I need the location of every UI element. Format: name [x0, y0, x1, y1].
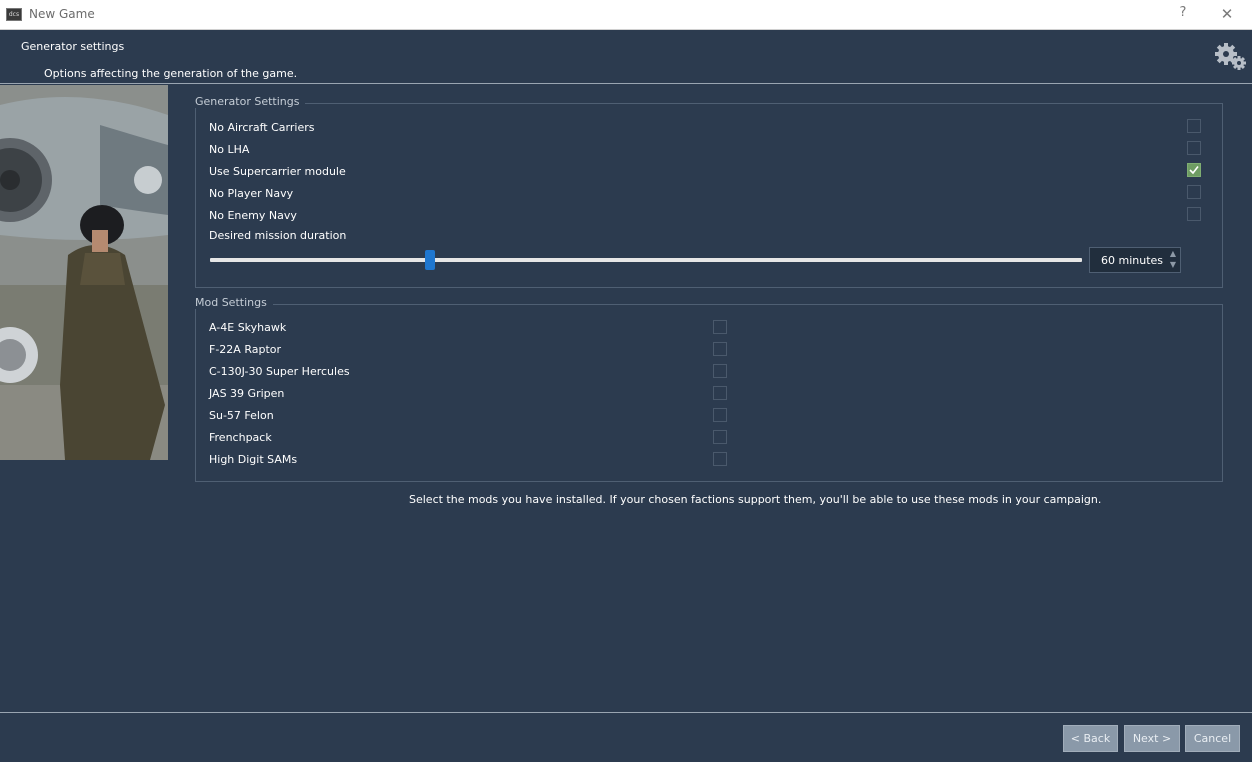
mod-label: C-130J-30 Super Hercules [209, 365, 350, 378]
f22a-raptor-checkbox[interactable] [713, 342, 727, 356]
title-bar: dcs New Game ? ✕ [0, 0, 1252, 30]
su57-felon-checkbox[interactable] [713, 408, 727, 422]
mod-settings-title: Mod Settings [195, 296, 273, 309]
duration-label: Desired mission duration [209, 229, 347, 242]
checkmark-icon [1189, 166, 1199, 175]
use-supercarrier-checkbox[interactable] [1187, 163, 1201, 177]
gear-icon [1215, 43, 1246, 70]
page-subtitle: Options affecting the generation of the … [44, 67, 298, 80]
duration-slider[interactable] [210, 258, 1082, 262]
mod-label: High Digit SAMs [209, 453, 298, 466]
high-digit-sams-checkbox[interactable] [713, 452, 727, 466]
help-button[interactable]: ? [1176, 5, 1190, 23]
pilot-illustration [0, 85, 168, 460]
a4e-skyhawk-checkbox[interactable] [713, 320, 727, 334]
next-button[interactable]: Next > [1124, 725, 1180, 752]
no-enemy-navy-checkbox[interactable] [1187, 207, 1201, 221]
no-lha-checkbox[interactable] [1187, 141, 1201, 155]
mod-label: A-4E Skyhawk [209, 321, 287, 334]
back-button[interactable]: < Back [1063, 725, 1118, 752]
no-player-navy-checkbox[interactable] [1187, 185, 1201, 199]
option-label: No Enemy Navy [209, 209, 297, 222]
mod-label: Su-57 Felon [209, 409, 274, 422]
mod-label: JAS 39 Gripen [209, 387, 285, 400]
window-title: New Game [29, 7, 95, 21]
option-label: No Player Navy [209, 187, 294, 200]
no-aircraft-carriers-checkbox[interactable] [1187, 119, 1201, 133]
generator-settings-title: Generator Settings [195, 95, 306, 108]
spin-down-icon[interactable]: ▼ [1170, 260, 1176, 269]
header-divider [0, 83, 1252, 84]
close-button[interactable]: ✕ [1219, 5, 1235, 23]
spin-up-icon[interactable]: ▲ [1170, 249, 1176, 258]
duration-spinbox[interactable]: 60 minutes ▲ ▼ [1089, 247, 1181, 273]
footer-divider [0, 712, 1252, 713]
mod-label: F-22A Raptor [209, 343, 282, 356]
page-title: Generator settings [21, 40, 125, 53]
mods-info-text: Select the mods you have installed. If y… [409, 493, 1102, 506]
generator-settings-group: Generator Settings No Aircraft Carriers … [195, 95, 1223, 288]
option-label: Use Supercarrier module [209, 165, 346, 178]
frenchpack-checkbox[interactable] [713, 430, 727, 444]
cancel-button[interactable]: Cancel [1185, 725, 1240, 752]
duration-value: 60 minutes [1101, 254, 1164, 267]
jas39-gripen-checkbox[interactable] [713, 386, 727, 400]
option-label: No Aircraft Carriers [209, 121, 315, 134]
app-icon: dcs [6, 8, 22, 21]
mod-settings-group: Mod Settings A-4E Skyhawk F-22A Raptor C… [195, 296, 1223, 482]
mod-label: Frenchpack [209, 431, 272, 444]
c130j-hercules-checkbox[interactable] [713, 364, 727, 378]
option-label: No LHA [209, 143, 250, 156]
duration-slider-handle[interactable] [425, 250, 435, 270]
